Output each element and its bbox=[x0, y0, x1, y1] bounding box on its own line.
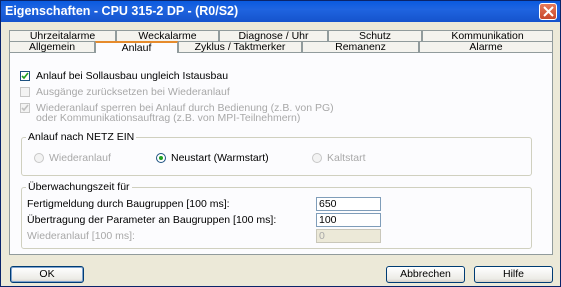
tab-panel-anlauf: Anlauf bei Sollausbau ungleich Istausbau… bbox=[9, 52, 553, 255]
radio-neustart[interactable] bbox=[156, 153, 166, 163]
ok-button[interactable]: OK bbox=[10, 266, 84, 283]
wiederanlauf-sperren-checkbox[interactable] bbox=[20, 103, 30, 113]
title-bar[interactable]: Eigenschaften - CPU 315-2 DP - (R0/S2) bbox=[1, 1, 560, 22]
ausgaenge-zuruecksetzen-label: Ausgänge zurücksetzen bei Wiederanlauf bbox=[36, 86, 230, 98]
properties-dialog: Eigenschaften - CPU 315-2 DP - (R0/S2) U… bbox=[0, 0, 561, 287]
radio-kaltstart-label: Kaltstart bbox=[327, 152, 366, 164]
radio-wiederanlauf-label: Wiederanlauf bbox=[49, 152, 111, 164]
netz-ein-group: Anlauf nach NETZ EIN Wiederanlauf Neusta… bbox=[21, 131, 532, 176]
hilfe-button[interactable]: Hilfe bbox=[474, 266, 553, 283]
anlauf-sollausbau-label: Anlauf bei Sollausbau ungleich Istausbau bbox=[36, 70, 229, 82]
wiederanlauf-sperren-label-2: oder Kommunikationsauftrag (z.B. von MPI… bbox=[36, 112, 301, 124]
checkmark-icon bbox=[21, 72, 29, 80]
window-title: Eigenschaften - CPU 315-2 DP - (R0/S2) bbox=[5, 4, 239, 18]
wiederanlauf-zeit-label: Wiederanlauf [100 ms]: bbox=[27, 230, 135, 242]
fertigmeldung-label: Fertigmeldung durch Baugruppen [100 ms]: bbox=[27, 198, 230, 210]
radio-kaltstart[interactable] bbox=[312, 153, 322, 163]
anlauf-sollausbau-checkbox[interactable] bbox=[20, 71, 30, 81]
radio-selected-dot bbox=[159, 156, 163, 160]
close-button[interactable] bbox=[539, 3, 557, 20]
wiederanlauf-zeit-input[interactable]: 0 bbox=[316, 229, 381, 243]
radio-wiederanlauf[interactable] bbox=[34, 153, 44, 163]
fertigmeldung-input[interactable]: 650 bbox=[316, 197, 381, 211]
radio-neustart-label: Neustart (Warmstart) bbox=[171, 152, 269, 164]
abbrechen-button[interactable]: Abbrechen bbox=[386, 266, 465, 283]
netz-ein-legend: Anlauf nach NETZ EIN bbox=[26, 131, 137, 143]
ausgaenge-zuruecksetzen-checkbox[interactable] bbox=[20, 87, 30, 97]
tab-anlauf[interactable]: Anlauf bbox=[95, 41, 178, 54]
checkmark-icon bbox=[21, 104, 29, 112]
ueberwachung-legend: Überwachungszeit für bbox=[26, 181, 132, 193]
ueberwachung-group: Überwachungszeit für Fertigmeldung durch… bbox=[21, 181, 532, 249]
uebertragung-input[interactable]: 100 bbox=[316, 213, 381, 227]
uebertragung-label: Übertragung der Parameter an Baugruppen … bbox=[27, 214, 277, 226]
close-icon bbox=[543, 6, 554, 17]
